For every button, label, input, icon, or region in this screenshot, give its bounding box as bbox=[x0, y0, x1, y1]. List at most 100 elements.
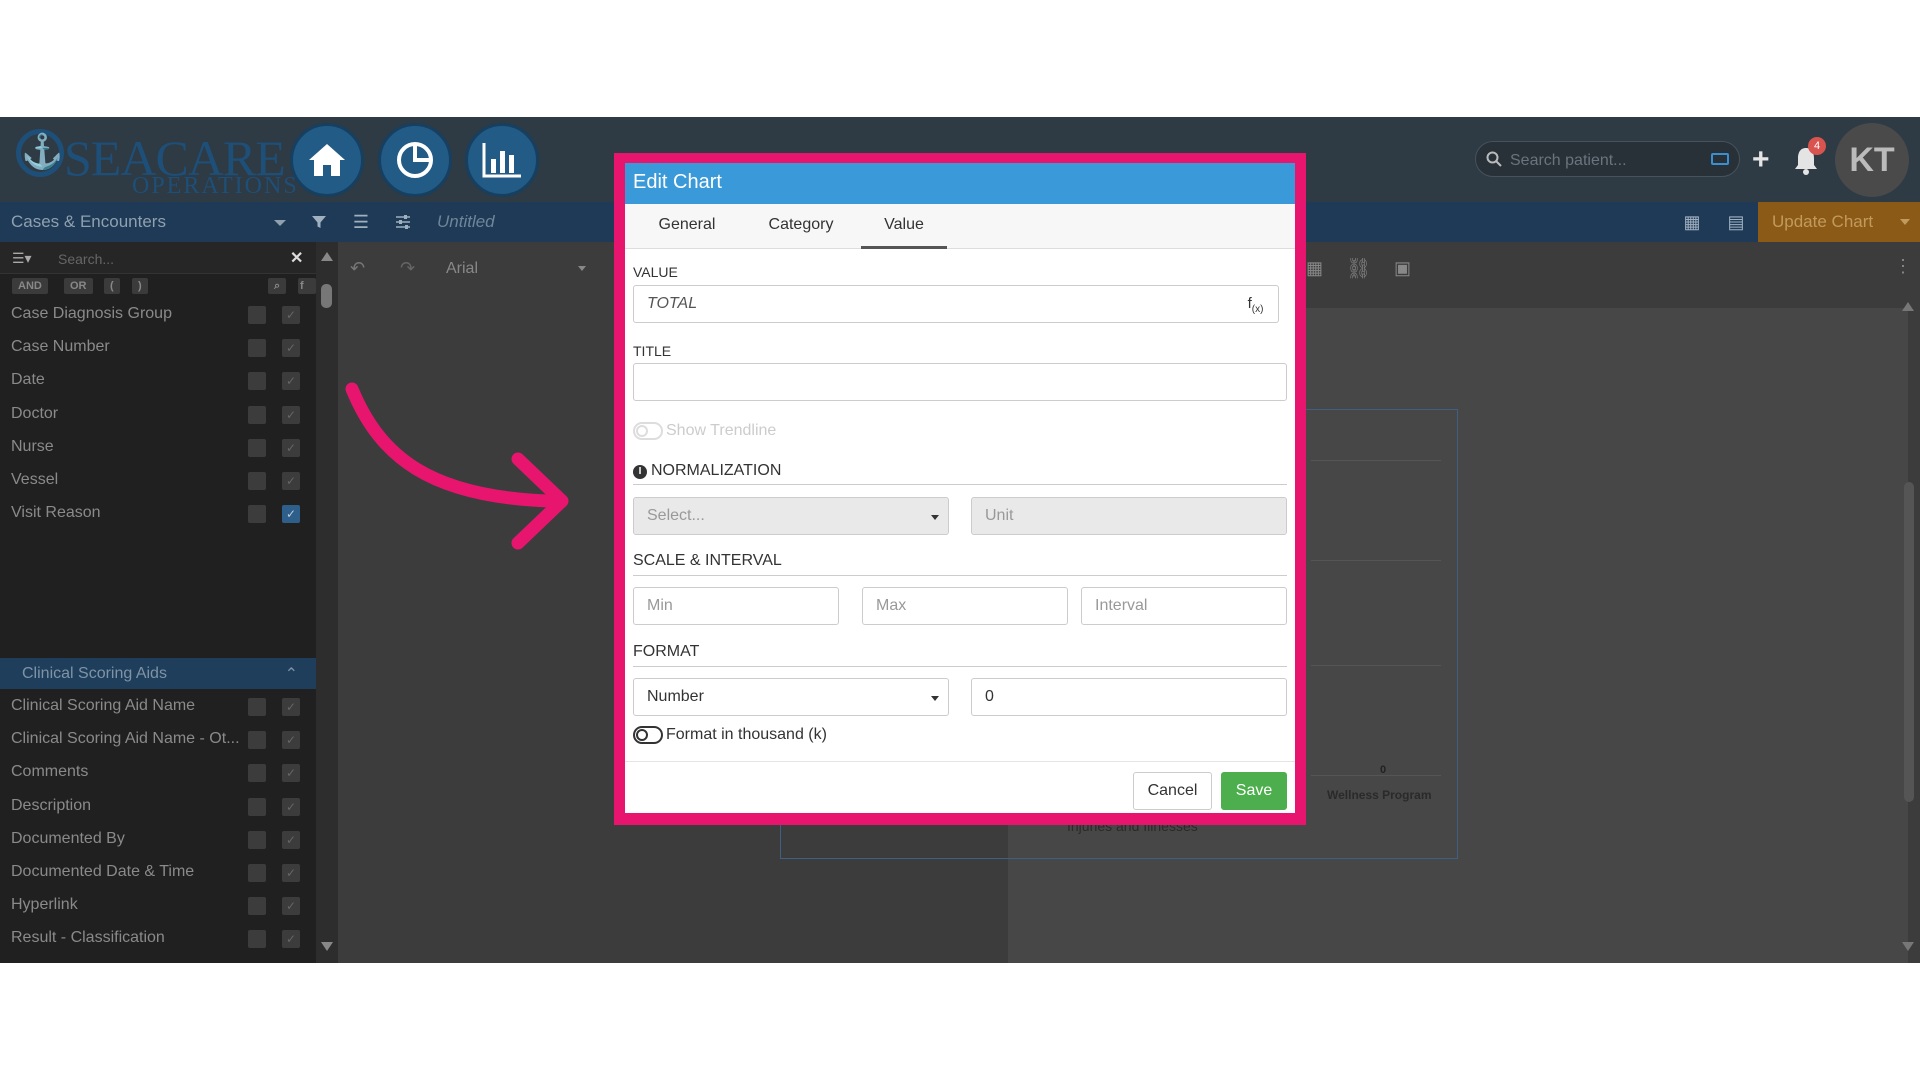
close-icon[interactable]: ✕ bbox=[290, 248, 303, 268]
group-clinical-scoring-aids[interactable]: Clinical Scoring Aids ⌃ bbox=[0, 658, 316, 689]
sidebar-field-item[interactable]: Clinical Scoring Aid Name - Ot... ✓ bbox=[0, 723, 316, 756]
sidebar-field-item[interactable]: Clinical Scoring Aid Name ✓ bbox=[0, 690, 316, 723]
filter-button[interactable] bbox=[299, 202, 339, 242]
sidebar-field-item[interactable]: Case Number ✓ bbox=[0, 331, 316, 364]
sidebar-field-item[interactable]: Hyperlink ✓ bbox=[0, 889, 316, 922]
op-close-paren[interactable]: ) bbox=[132, 278, 148, 294]
link-icon[interactable]: ⛓ bbox=[1346, 256, 1371, 281]
document-button[interactable]: ▤ bbox=[1716, 202, 1756, 242]
op-or[interactable]: OR bbox=[64, 278, 93, 294]
user-avatar[interactable]: KT bbox=[1835, 123, 1909, 197]
sidebar-field-item[interactable]: Comments ✓ bbox=[0, 756, 316, 789]
field-options-icon[interactable] bbox=[248, 731, 266, 750]
value-field[interactable]: TOTAL bbox=[633, 285, 1241, 323]
check-icon[interactable]: ✓ bbox=[282, 764, 300, 783]
check-icon[interactable]: ✓ bbox=[282, 797, 300, 816]
field-options-icon[interactable] bbox=[248, 698, 266, 716]
field-options-icon[interactable] bbox=[248, 797, 266, 816]
seacare-logo[interactable]: ⚓ SEACARE OPERATIONS bbox=[14, 125, 297, 199]
sidebar-field-item[interactable]: Vessel ✓ bbox=[0, 464, 316, 497]
canvas-scroll-thumb[interactable] bbox=[1904, 482, 1914, 802]
search-icon[interactable]: ⌕ bbox=[268, 278, 287, 294]
max-input[interactable]: Max bbox=[862, 587, 1068, 625]
field-options-icon[interactable] bbox=[248, 372, 266, 391]
field-options-icon[interactable] bbox=[248, 472, 266, 490]
check-icon[interactable]: ✓ bbox=[282, 930, 300, 949]
dashboard-button[interactable] bbox=[378, 123, 452, 197]
fx-icon[interactable]: f bbox=[298, 278, 316, 294]
sidebar-field-item[interactable]: Visit Reason ✓ bbox=[0, 497, 316, 530]
sidebar-scrollbar[interactable] bbox=[316, 242, 338, 963]
check-icon[interactable]: ✓ bbox=[282, 472, 300, 490]
op-and[interactable]: AND bbox=[12, 278, 48, 294]
grid-view-button[interactable]: ▦ bbox=[1672, 202, 1712, 242]
check-icon[interactable]: ✓ bbox=[282, 864, 300, 882]
check-icon[interactable]: ✓ bbox=[282, 731, 300, 750]
sidebar-field-item[interactable]: Doctor ✓ bbox=[0, 398, 316, 431]
reports-button[interactable] bbox=[465, 123, 539, 197]
scroll-up-icon[interactable] bbox=[1902, 302, 1914, 311]
check-icon[interactable]: ✓ bbox=[282, 830, 300, 849]
undo-icon[interactable]: ↶ bbox=[350, 258, 365, 279]
trendline-toggle[interactable] bbox=[633, 422, 663, 440]
patient-search[interactable]: Search patient... bbox=[1475, 141, 1740, 177]
settings-sliders-button[interactable] bbox=[383, 202, 423, 242]
check-icon[interactable]: ✓ bbox=[282, 306, 300, 324]
sidebar-field-item[interactable]: Result - Classification ✓ bbox=[0, 922, 316, 955]
field-options-icon[interactable] bbox=[248, 405, 266, 424]
redo-icon[interactable]: ↷ bbox=[400, 258, 415, 279]
decimals-input[interactable]: 0 bbox=[971, 678, 1287, 716]
check-icon[interactable]: ✓ bbox=[282, 339, 300, 358]
update-chart-button[interactable]: Update Chart bbox=[1758, 202, 1920, 242]
home-button[interactable] bbox=[290, 123, 364, 197]
thousand-toggle[interactable] bbox=[633, 726, 663, 744]
check-icon[interactable]: ✓ bbox=[282, 505, 300, 524]
formula-button[interactable]: f(x) bbox=[1233, 285, 1279, 323]
image-icon[interactable]: ▣ bbox=[1394, 258, 1411, 279]
menu-icon[interactable]: ☰▾ bbox=[12, 250, 32, 267]
field-options-icon[interactable] bbox=[248, 306, 266, 324]
sidebar-field-item[interactable]: Date ✓ bbox=[0, 364, 316, 397]
unit-input[interactable]: Unit bbox=[971, 497, 1287, 535]
info-icon[interactable]: i bbox=[633, 465, 647, 479]
sidebar-field-item[interactable]: Description ✓ bbox=[0, 790, 316, 823]
field-options-icon[interactable] bbox=[248, 505, 266, 524]
check-icon[interactable]: ✓ bbox=[282, 372, 300, 391]
card-icon[interactable] bbox=[1711, 153, 1729, 165]
save-button[interactable]: Save bbox=[1221, 772, 1287, 810]
check-icon[interactable]: ✓ bbox=[282, 405, 300, 424]
scroll-down-icon[interactable] bbox=[321, 942, 333, 951]
dataset-select[interactable]: Cases & Encounters bbox=[0, 202, 296, 242]
check-icon[interactable]: ✓ bbox=[282, 438, 300, 457]
cancel-button[interactable]: Cancel bbox=[1133, 772, 1212, 810]
normalization-select[interactable]: Select... bbox=[633, 497, 949, 535]
scroll-down-icon[interactable] bbox=[1902, 942, 1914, 951]
sidebar-field-item[interactable]: Result - Numeric Value✓ bbox=[0, 956, 316, 964]
tab-general[interactable]: General bbox=[641, 216, 733, 234]
sidebar-field-item[interactable]: Documented By ✓ bbox=[0, 823, 316, 856]
report-title[interactable]: Untitled bbox=[437, 212, 495, 232]
scroll-up-icon[interactable] bbox=[321, 252, 333, 261]
sidebar-field-item[interactable]: Documented Date & Time ✓ bbox=[0, 856, 316, 889]
title-input[interactable] bbox=[633, 363, 1287, 401]
field-options-icon[interactable] bbox=[248, 830, 266, 849]
interval-input[interactable]: Interval bbox=[1081, 587, 1287, 625]
scroll-thumb[interactable] bbox=[321, 284, 332, 308]
format-select[interactable]: Number bbox=[633, 678, 949, 716]
sidebar-field-item[interactable]: Nurse ✓ bbox=[0, 431, 316, 464]
check-icon[interactable]: ✓ bbox=[282, 698, 300, 716]
list-view-button[interactable]: ☰ bbox=[341, 202, 381, 242]
field-options-icon[interactable] bbox=[248, 438, 266, 457]
more-vertical-icon[interactable]: ⋮ bbox=[1894, 256, 1912, 277]
field-options-icon[interactable] bbox=[248, 864, 266, 882]
field-search[interactable]: ☰▾ Search... ✕ bbox=[0, 242, 316, 274]
check-icon[interactable]: ✓ bbox=[282, 897, 300, 916]
op-open-paren[interactable]: ( bbox=[104, 278, 120, 294]
min-input[interactable]: Min bbox=[633, 587, 839, 625]
font-family-select[interactable]: Arial bbox=[446, 260, 478, 278]
sidebar-field-item[interactable]: Case Diagnosis Group ✓ bbox=[0, 298, 316, 331]
field-options-icon[interactable] bbox=[248, 339, 266, 358]
tab-value[interactable]: Value bbox=[861, 216, 947, 249]
field-options-icon[interactable] bbox=[248, 764, 266, 783]
tab-category[interactable]: Category bbox=[753, 216, 849, 234]
